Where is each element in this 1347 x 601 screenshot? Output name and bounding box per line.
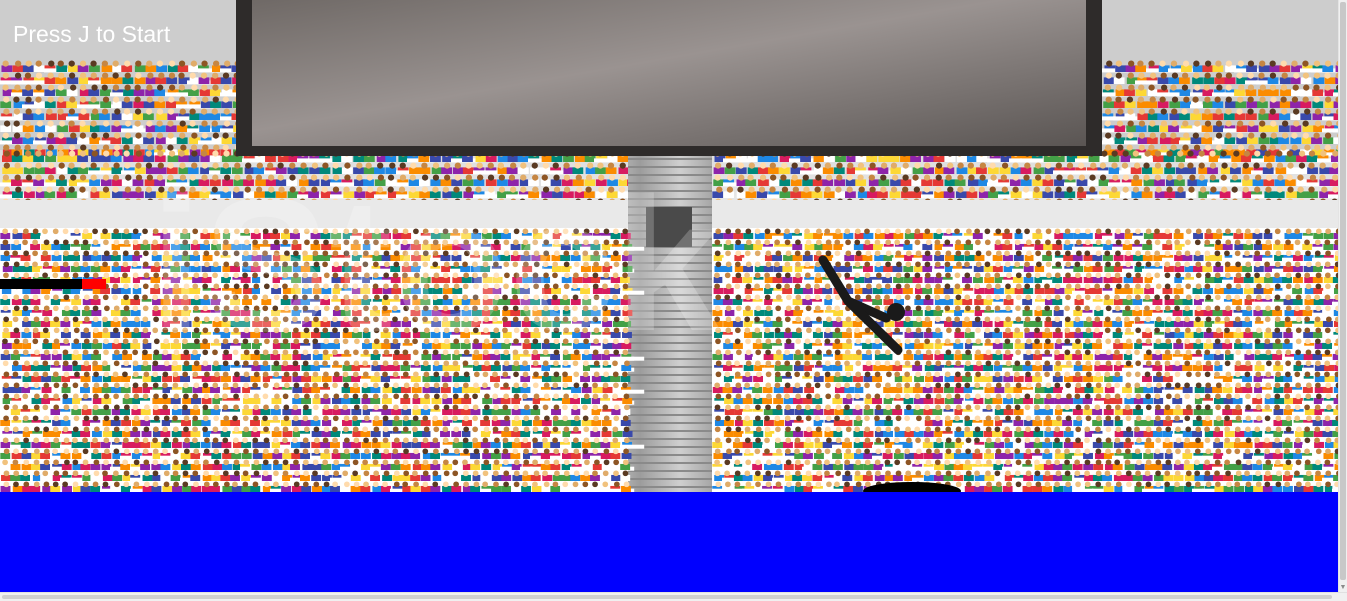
horizontal-scrollbar-thumb[interactable] [2, 595, 1332, 599]
start-prompt: Press J to Start [13, 21, 171, 47]
power-meter-fill [81, 279, 106, 289]
scroll-down-arrow-icon[interactable]: ▼ [1339, 583, 1347, 592]
power-meter [0, 279, 106, 289]
watermark: iStock [150, 159, 721, 371]
vertical-scrollbar-thumb[interactable] [1340, 2, 1346, 580]
horizontal-scrollbar[interactable] [0, 592, 1347, 601]
stadium-background: iStock [0, 0, 1338, 492]
vertical-scrollbar[interactable] [1338, 0, 1347, 592]
pool-water [0, 492, 1338, 592]
game-canvas[interactable]: iStock Press J to Start [0, 0, 1338, 592]
jumbotron-screen [252, 0, 1086, 146]
